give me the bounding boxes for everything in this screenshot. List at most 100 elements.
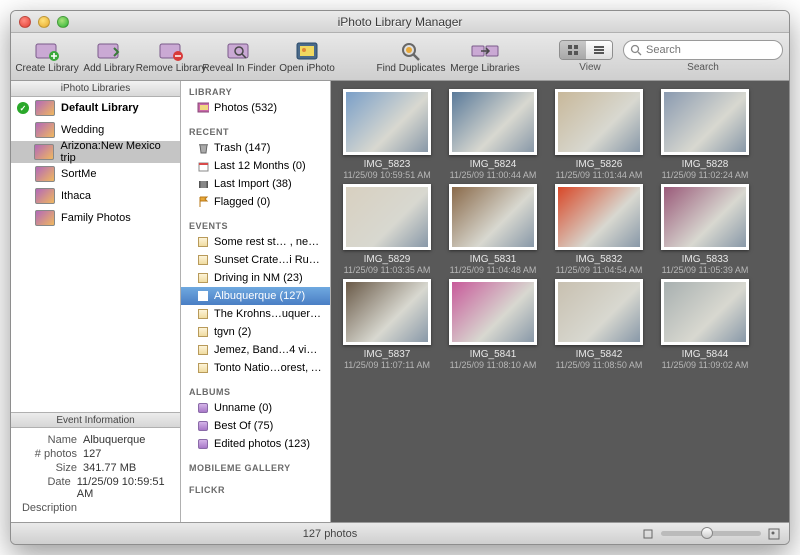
source-item-label: Sunset Crate…i Ruins (208): [214, 254, 322, 266]
ev-icon: [197, 326, 209, 338]
library-icon: [35, 166, 55, 182]
section-header: MOBILEME GALLERY: [181, 461, 330, 475]
photo-name: IMG_5837: [364, 349, 411, 360]
library-icon: [35, 100, 55, 116]
source-item[interactable]: Sunset Crate…i Ruins (208): [181, 251, 330, 269]
info-value: 127: [83, 448, 101, 460]
section-header: LIBRARY: [181, 85, 330, 99]
photo-thumb[interactable]: IMG_583311/25/09 11:05:39 AM: [653, 184, 757, 275]
info-key: Size: [19, 462, 77, 474]
remove-library-icon: [157, 39, 185, 63]
source-item[interactable]: Driving in NM (23): [181, 269, 330, 287]
search-label: Search: [623, 62, 783, 73]
photo-grid[interactable]: IMG_582311/25/09 10:59:51 AMIMG_582411/2…: [331, 81, 789, 522]
source-item[interactable]: Tonto Natio…orest, Az (38): [181, 359, 330, 377]
find-duplicates-button[interactable]: Find Duplicates: [375, 35, 447, 79]
source-item[interactable]: Trash (147): [181, 139, 330, 157]
photo-thumb[interactable]: IMG_583711/25/09 11:07:11 AM: [335, 279, 439, 370]
libraries-list: ✓Default Library Wedding Arizona:New Mexic…: [11, 97, 180, 229]
slider-knob[interactable]: [701, 527, 713, 539]
create-library-icon: [33, 39, 61, 63]
source-item[interactable]: Photos (532): [181, 99, 330, 117]
source-item[interactable]: Flagged (0): [181, 193, 330, 211]
photo-image: [449, 184, 537, 250]
photo-thumb[interactable]: IMG_583111/25/09 11:04:48 AM: [441, 184, 545, 275]
cal-icon: [197, 160, 209, 172]
source-item-label: Albuquerque (127): [214, 290, 305, 302]
source-item-label: Edited photos (123): [214, 438, 310, 450]
source-item[interactable]: Unname (0): [181, 399, 330, 417]
open-iphoto-icon: [293, 39, 321, 63]
photo-thumb[interactable]: IMG_582811/25/09 11:02:24 AM: [653, 89, 757, 180]
ev-icon: [197, 290, 209, 302]
photo-name: IMG_5833: [682, 254, 729, 265]
main-body: iPhoto Libraries ✓Default Library Wedding…: [11, 81, 789, 522]
find-duplicates-icon: [397, 39, 425, 63]
photo-thumb[interactable]: IMG_582411/25/09 11:00:44 AM: [441, 89, 545, 180]
source-item[interactable]: The Krohns…uquerque (11): [181, 305, 330, 323]
library-row[interactable]: Ithaca: [11, 185, 180, 207]
photo-thumb[interactable]: IMG_582611/25/09 11:01:44 AM: [547, 89, 651, 180]
photo-thumb[interactable]: IMG_582911/25/09 11:03:35 AM: [335, 184, 439, 275]
library-icon: [34, 144, 54, 160]
library-name: SortMe: [61, 168, 96, 180]
toolbar-label: Remove Library: [136, 63, 207, 74]
photo-thumb[interactable]: IMG_584111/25/09 11:08:10 AM: [441, 279, 545, 370]
source-item[interactable]: Albuquerque (127): [181, 287, 330, 305]
al-icon: [197, 402, 209, 414]
window-title: iPhoto Library Manager: [11, 15, 789, 29]
libraries-header: iPhoto Libraries: [11, 81, 180, 97]
source-item[interactable]: Best Of (75): [181, 417, 330, 435]
photo-thumb[interactable]: IMG_583211/25/09 11:04:54 AM: [547, 184, 651, 275]
flag-icon: [197, 196, 209, 208]
library-row[interactable]: Arizona:New Mexico trip: [11, 141, 180, 163]
create-library-button[interactable]: Create Library: [17, 35, 77, 79]
check-icon: ✓: [17, 102, 29, 114]
source-item[interactable]: Last 12 Months (0): [181, 157, 330, 175]
toolbar-label: Add Library: [83, 63, 134, 74]
library-row[interactable]: Family Photos: [11, 207, 180, 229]
photo-thumb[interactable]: IMG_582311/25/09 10:59:51 AM: [335, 89, 439, 180]
titlebar: iPhoto Library Manager: [11, 11, 789, 33]
thumb-size-small-icon[interactable]: [641, 527, 655, 541]
source-item-label: Last 12 Months (0): [214, 160, 306, 172]
source-item[interactable]: tgvn (2): [181, 323, 330, 341]
photo-name: IMG_5826: [576, 159, 623, 170]
thumb-size-slider[interactable]: [661, 531, 761, 536]
al-icon: [197, 420, 209, 432]
view-list-button[interactable]: [586, 41, 612, 59]
source-item[interactable]: Edited photos (123): [181, 435, 330, 453]
library-row[interactable]: ✓Default Library: [11, 97, 180, 119]
source-item-label: The Krohns…uquerque (11): [214, 308, 322, 320]
photo-image: [343, 184, 431, 250]
source-item-label: Last Import (38): [214, 178, 292, 190]
library-name: Wedding: [61, 124, 104, 136]
photos-icon: [197, 102, 209, 114]
source-item-label: Photos (532): [214, 102, 277, 114]
reveal-in-finder-button[interactable]: Reveal In Finder: [203, 35, 275, 79]
photo-date: 11/25/09 11:07:11 AM: [344, 360, 430, 370]
view-grid-button[interactable]: [560, 41, 586, 59]
photo-name: IMG_5823: [364, 159, 411, 170]
library-row[interactable]: Wedding: [11, 119, 180, 141]
photo-thumb[interactable]: IMG_584211/25/09 11:08:50 AM: [547, 279, 651, 370]
remove-library-button[interactable]: Remove Library: [141, 35, 201, 79]
search-input[interactable]: [646, 44, 776, 56]
thumb-size-large-icon[interactable]: [767, 527, 781, 541]
photo-date: 11/25/09 11:05:39 AM: [662, 265, 749, 275]
info-value: Albuquerque: [83, 434, 145, 446]
search-field-wrap[interactable]: [623, 40, 783, 60]
open-iphoto-button[interactable]: Open iPhoto: [277, 35, 337, 79]
photo-name: IMG_5841: [470, 349, 517, 360]
libraries-sidebar: iPhoto Libraries ✓Default Library Wedding…: [11, 81, 181, 522]
library-row[interactable]: SortMe: [11, 163, 180, 185]
photo-thumb[interactable]: IMG_584411/25/09 11:09:02 AM: [653, 279, 757, 370]
source-item[interactable]: Some rest st… , near AZ (7): [181, 233, 330, 251]
source-item[interactable]: Last Import (38): [181, 175, 330, 193]
photo-date: 11/25/09 11:00:44 AM: [450, 170, 537, 180]
merge-libraries-button[interactable]: Merge Libraries: [449, 35, 521, 79]
add-library-button[interactable]: Add Library: [79, 35, 139, 79]
source-item-label: tgvn (2): [214, 326, 251, 338]
source-item[interactable]: Jemez, Band…4 views (116): [181, 341, 330, 359]
library-name: Family Photos: [61, 212, 131, 224]
